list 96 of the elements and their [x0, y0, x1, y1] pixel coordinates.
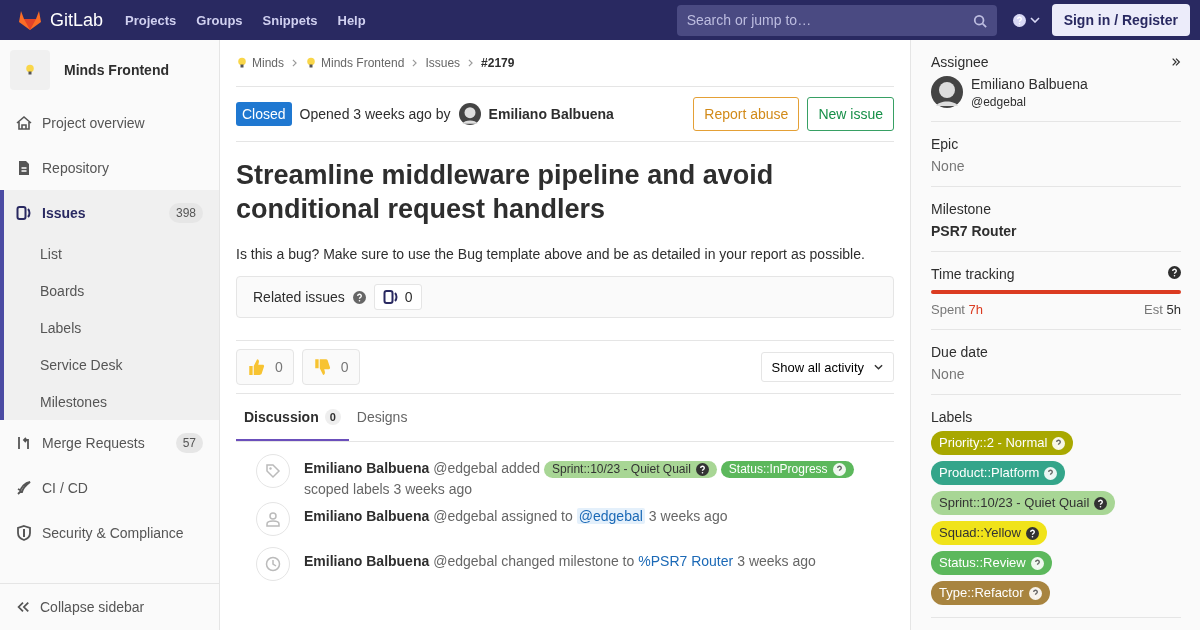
event-text: 3 weeks ago	[737, 553, 816, 569]
event-text: scoped labels 3 weeks ago	[304, 481, 473, 497]
nav-link[interactable]: Snippets	[262, 12, 318, 28]
nav-link[interactable]: Groups	[196, 12, 243, 28]
activity-filter-dropdown[interactable]: Show all activity	[760, 352, 894, 382]
section-title: Assignee	[931, 54, 989, 70]
double-chevron-right-icon[interactable]	[1171, 57, 1181, 67]
epic-value: None	[931, 158, 966, 174]
breadcrumb-link[interactable]: Minds	[252, 56, 284, 70]
new-issue-button[interactable]: New issue	[807, 97, 894, 131]
sidebar-item[interactable]: Project overview	[0, 100, 219, 145]
author-name[interactable]: Emiliano Balbuena	[304, 508, 430, 524]
chevron-right-icon	[412, 59, 418, 67]
lightbulb-icon	[236, 57, 248, 69]
breadcrumb-link[interactable]: #2179	[481, 56, 515, 70]
sidebar-subitem[interactable]: Service Desk	[4, 346, 219, 383]
help-icon[interactable]	[1025, 526, 1039, 540]
chevron-right-icon	[292, 59, 297, 67]
brand-name[interactable]: GitLab	[50, 9, 104, 31]
issues-icon	[16, 204, 32, 221]
count-badge: 57	[175, 432, 203, 453]
tag-icon	[265, 463, 281, 479]
milestone-value[interactable]: PSR7 Router	[931, 223, 1181, 239]
sidebar-subitem[interactable]: List	[4, 235, 219, 272]
label-tag[interactable]: Squad::Yellow	[931, 521, 1047, 545]
section-title: Due date	[931, 344, 988, 360]
status-badge: Closed	[236, 102, 292, 126]
opened-text: Opened 3 weeks ago by	[299, 106, 451, 122]
time-estimate: Est 5h	[1144, 302, 1181, 317]
user-mention-link[interactable]: @edgebal	[576, 508, 645, 524]
sign-in-button[interactable]: Sign in / Register	[1051, 4, 1190, 36]
section-title: Milestone	[931, 201, 991, 217]
breadcrumb-link[interactable]: Issues	[425, 56, 461, 70]
search-icon	[972, 13, 987, 28]
event-text: @edgebal changed milestone to	[433, 553, 635, 569]
help-icon[interactable]	[695, 463, 709, 476]
avatar-icon	[931, 76, 963, 108]
nav-link[interactable]: Help	[337, 12, 366, 28]
lightbulb-icon	[24, 64, 36, 76]
thumbs-down-button[interactable]: 0	[301, 349, 360, 385]
related-count-badge: 0	[373, 284, 422, 310]
section-title: Epic	[931, 136, 959, 152]
author-name[interactable]: Emiliano Balbuena	[488, 106, 614, 122]
label-tag[interactable]: Sprint::10/23 - Quiet Quail	[931, 491, 1116, 515]
author-name[interactable]: Emiliano Balbuena	[304, 553, 430, 569]
shield-icon	[16, 524, 32, 541]
milestone-link[interactable]: %PSR7 Router	[638, 553, 734, 569]
assignee-name[interactable]: Emiliano Balbuena	[971, 76, 1088, 92]
section-title: Labels	[931, 409, 973, 425]
count-badge: 398	[168, 202, 203, 223]
section-title: Time tracking	[931, 266, 1015, 282]
tab[interactable]: Designs	[348, 394, 416, 441]
label-tag[interactable]: Sprint::10/23 - Quiet Quail	[544, 461, 717, 478]
issue-title: Streamline middleware pipeline and avoid conditional request handlers	[236, 159, 775, 226]
event-text: 3 weeks ago	[648, 508, 728, 524]
avatar-icon	[458, 103, 481, 125]
breadcrumb-link[interactable]: Minds Frontend	[321, 56, 405, 70]
fox-logo-icon[interactable]	[18, 9, 42, 31]
time-spent: Spent 7h	[931, 302, 984, 317]
thumbs-up-icon	[247, 358, 265, 376]
event-text: @edgebal added	[433, 460, 541, 476]
document-icon	[16, 159, 32, 176]
related-issues-title: Related issues	[253, 289, 345, 305]
assignee-handle: @edgebal	[971, 95, 1027, 109]
help-icon[interactable]	[1012, 13, 1026, 27]
chevron-right-icon	[468, 59, 474, 67]
double-chevron-left-icon	[16, 600, 30, 614]
issue-description: Is this a bug? Make sure to use the Bug template above and be as detailed in your report as possible.	[236, 246, 866, 262]
due-date-value: None	[931, 366, 966, 382]
nav-link[interactable]: Projects	[125, 12, 177, 28]
thumbs-down-icon	[312, 358, 331, 376]
search-field[interactable]: Search or jump to…	[676, 4, 997, 36]
sidebar-item[interactable]: Merge Requests 57	[0, 420, 219, 465]
clock-icon	[265, 556, 281, 572]
chevron-down-icon	[874, 364, 883, 370]
chevron-down-icon[interactable]	[1029, 17, 1040, 23]
event-text: @edgebal assigned to	[433, 508, 573, 524]
tab[interactable]: Discussion 0	[236, 394, 349, 441]
help-icon[interactable]	[1094, 496, 1108, 510]
count-badge: 0	[324, 408, 341, 425]
sidebar-item[interactable]: Repository	[0, 145, 219, 190]
sidebar-item[interactable]: CI / CD	[0, 465, 219, 510]
lightbulb-icon	[305, 57, 317, 69]
help-icon[interactable]	[1168, 266, 1181, 279]
sidebar-item[interactable]: Security & Compliance	[0, 510, 219, 555]
user-icon	[265, 511, 281, 527]
home-icon	[16, 114, 32, 131]
sidebar-subitem[interactable]: Milestones	[4, 383, 219, 420]
sidebar-item[interactable]: Issues 398	[4, 190, 219, 235]
sidebar-subitem[interactable]: Boards	[4, 272, 219, 309]
project-name[interactable]: Minds Frontend	[64, 62, 169, 78]
sidebar-subitem[interactable]: Labels	[4, 309, 219, 346]
author-name[interactable]: Emiliano Balbuena	[304, 460, 430, 476]
thumbs-up-button[interactable]: 0	[236, 349, 294, 385]
merge-request-icon	[16, 434, 32, 451]
issues-icon	[382, 289, 399, 305]
